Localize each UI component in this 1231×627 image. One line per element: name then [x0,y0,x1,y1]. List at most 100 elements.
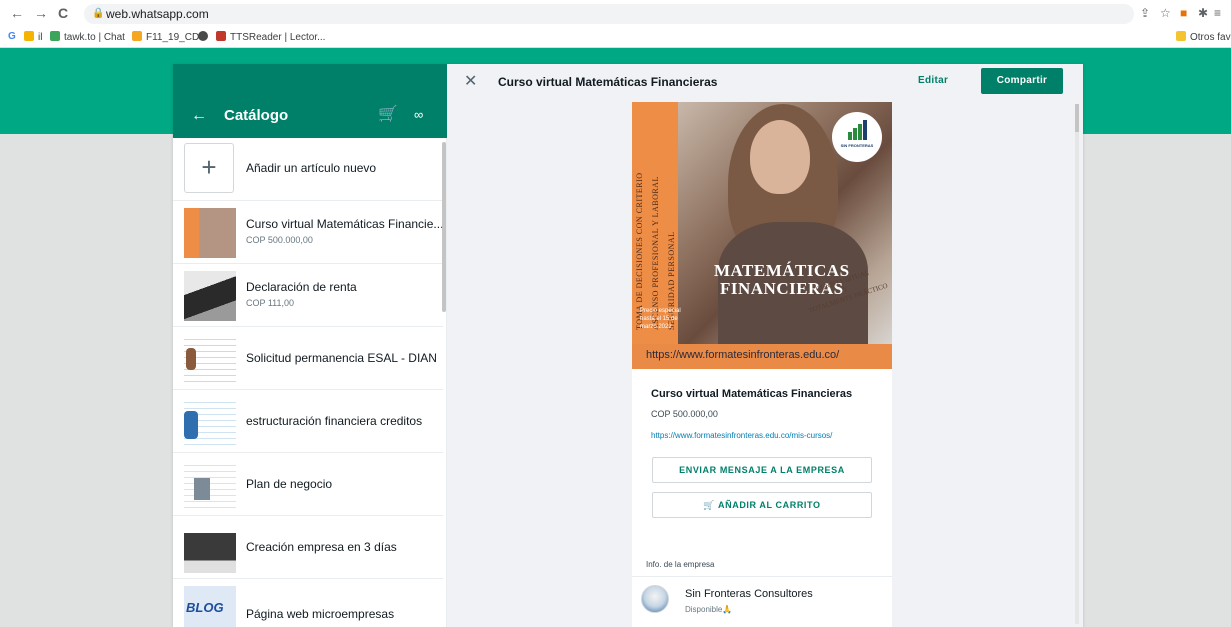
extensions-puzzle-icon[interactable]: ✱ [1198,6,1208,20]
list-item[interactable]: Creación empresa en 3 días [173,516,443,579]
catalog-header: ← Catálogo 🛒 ∞ [173,64,447,138]
product-thumbnail: BLOG [184,586,236,627]
close-icon[interactable]: ✕ [464,74,477,90]
list-item[interactable]: Curso virtual Matemáticas Financie... CO… [173,201,443,264]
bookmark-tawk-label: tawk.to | Chat [64,32,125,43]
item-name: Curso virtual Matemáticas Financie... [246,217,444,231]
list-item[interactable]: Plan de negocio [173,453,443,516]
image-headline: MATEMÁTICAS [714,261,850,280]
list-item[interactable]: estructuración financiera creditos [173,390,443,453]
image-vertical-text: ASCENSO PROFESIONAL Y LABORAL [651,176,660,330]
browser-toolbar: ← → C 🔒 web.whatsapp.com ⇪ ☆ ■ ✱ ≡ G il … [0,0,1231,48]
folder-icon [24,31,34,41]
detail-header: ✕ Curso virtual Matemáticas Financieras … [447,64,1083,102]
link-icon[interactable]: ∞ [414,107,423,123]
cart-icon[interactable]: 🛒 [378,106,398,124]
item-name: estructuración financiera creditos [246,414,423,428]
catalog-list: + Añadir un artículo nuevo Curso virtual… [173,138,447,627]
browser-nav-row: ← → C 🔒 web.whatsapp.com ⇪ ☆ ■ ✱ ≡ [0,2,1231,26]
cdn-icon [132,31,142,41]
product-thumbnail [184,208,236,258]
image-promo: Precio especial hasta el 15 de marzo 202… [640,308,681,330]
lock-icon: 🔒 [92,8,105,19]
product-card: TOMA DE DECISIONES CON CRITERIO ASCENSO … [632,102,892,627]
bookmark-ttsreader[interactable]: TTSReader | Lector... [216,31,325,44]
list-item[interactable]: BLOG Página web microempresas [173,579,443,627]
bookmark-tawk[interactable]: tawk.to | Chat [50,31,125,44]
item-price: COP 111,00 [246,298,295,308]
logo-text: SIN FRONTERAS [840,143,874,148]
bookmark-il-label: il [38,32,43,43]
business-info-header: Info. de la empresa [632,551,892,577]
forward-arrow-icon[interactable]: → [34,5,48,21]
item-name: Página web microempresas [246,607,395,621]
cart-icon: 🛒 [703,500,716,510]
business-name[interactable]: Sin Fronteras Consultores [685,588,813,601]
catalog-panel: ← Catálogo 🛒 ∞ + Añadir un artículo nuev… [173,64,447,627]
ttsreader-icon [216,31,226,41]
product-thumbnail [184,523,236,573]
product-thumbnail [184,334,236,384]
detail-scrollbar-thumb[interactable] [1075,104,1079,132]
image-vertical-text: TOMA DE DECISIONES CON CRITERIO [635,172,644,330]
address-bar[interactable]: 🔒 web.whatsapp.com [84,4,1134,24]
product-thumbnail [184,271,236,321]
other-bookmarks-label: Otros favor [1190,32,1231,43]
list-item[interactable]: Solicitud permanencia ESAL - DIAN [173,327,443,390]
add-item-row[interactable]: + Añadir un artículo nuevo [173,138,443,201]
bookmark-google[interactable]: G [8,31,16,43]
add-item-label: Añadir un artículo nuevo [246,161,377,175]
avatar[interactable] [641,585,669,613]
detail-scrollbar[interactable] [1075,104,1079,624]
add-to-cart-label: AÑADIR AL CARRITO [718,500,821,510]
product-image[interactable]: TOMA DE DECISIONES CON CRITERIO ASCENSO … [632,102,892,369]
catalog-scrollbar[interactable] [442,142,446,312]
praying-hands-icon: 🙏 [722,605,733,614]
other-bookmarks[interactable]: Otros favor [1176,31,1231,44]
whatsapp-app: ← Catálogo 🛒 ∞ + Añadir un artículo nuev… [173,64,1083,627]
logo-bars-icon [848,120,867,140]
sin-fronteras-logo: SIN FRONTERAS [832,112,882,162]
star-icon[interactable]: ☆ [1160,6,1171,20]
back-arrow-icon[interactable]: ← [191,108,207,124]
product-link[interactable]: https://www.formatesinfronteras.edu.co/m… [651,431,832,441]
item-name: Declaración de renta [246,280,357,294]
image-vertical-text: SEGURIDAD PERSONAL [667,231,676,330]
business-status-text: Disponible [685,605,723,614]
image-face [750,120,810,194]
message-business-button[interactable]: ENVIAR MENSAJE A LA EMPRESA [652,457,872,483]
folder-icon [1176,31,1186,41]
item-name: Creación empresa en 3 días [246,540,397,554]
product-thumbnail [184,397,236,447]
tawk-icon [50,31,60,41]
extension-rss-icon[interactable]: ■ [1180,6,1187,20]
bookmarks-bar: G il tawk.to | Chat F11_19_CDN TTSReader… [0,28,1231,48]
edit-button[interactable]: Editar [918,75,948,87]
detail-title: Curso virtual Matemáticas Financieras [498,75,718,89]
catalog-title: Catálogo [224,107,289,124]
back-arrow-icon[interactable]: ← [10,5,24,21]
product-thumbnail [184,460,236,510]
business-info-title: Info. de la empresa [646,560,715,569]
reload-icon[interactable]: C [58,5,68,21]
product-price: COP 500.000,00 [651,409,718,419]
image-url: https://www.formatesinfronteras.edu.co/ [646,349,840,361]
share-button[interactable]: Compartir [981,68,1063,94]
address-bar-text: web.whatsapp.com [106,7,209,21]
add-to-cart-button[interactable]: 🛒 AÑADIR AL CARRITO [652,492,872,518]
bookmark-f11[interactable]: F11_19_CDN [132,31,206,44]
business-status: Disponible🙏 [685,605,732,615]
product-detail-panel: ✕ Curso virtual Matemáticas Financieras … [447,64,1083,627]
reading-list-icon[interactable]: ≡ [1214,6,1221,20]
bookmark-globe[interactable] [198,31,212,44]
globe-icon [198,31,208,41]
item-name: Plan de negocio [246,477,333,491]
share-icon[interactable]: ⇪ [1140,6,1150,20]
bookmark-il[interactable]: il [24,31,42,44]
bookmark-ttsreader-label: TTSReader | Lector... [230,32,326,43]
plus-icon: + [184,143,234,193]
business-info-card: Info. de la empresa Sin Fronteras Consul… [632,551,892,627]
item-name: Solicitud permanencia ESAL - DIAN [246,351,437,365]
product-name: Curso virtual Matemáticas Financieras [651,388,853,400]
list-item[interactable]: Declaración de renta COP 111,00 [173,264,443,327]
